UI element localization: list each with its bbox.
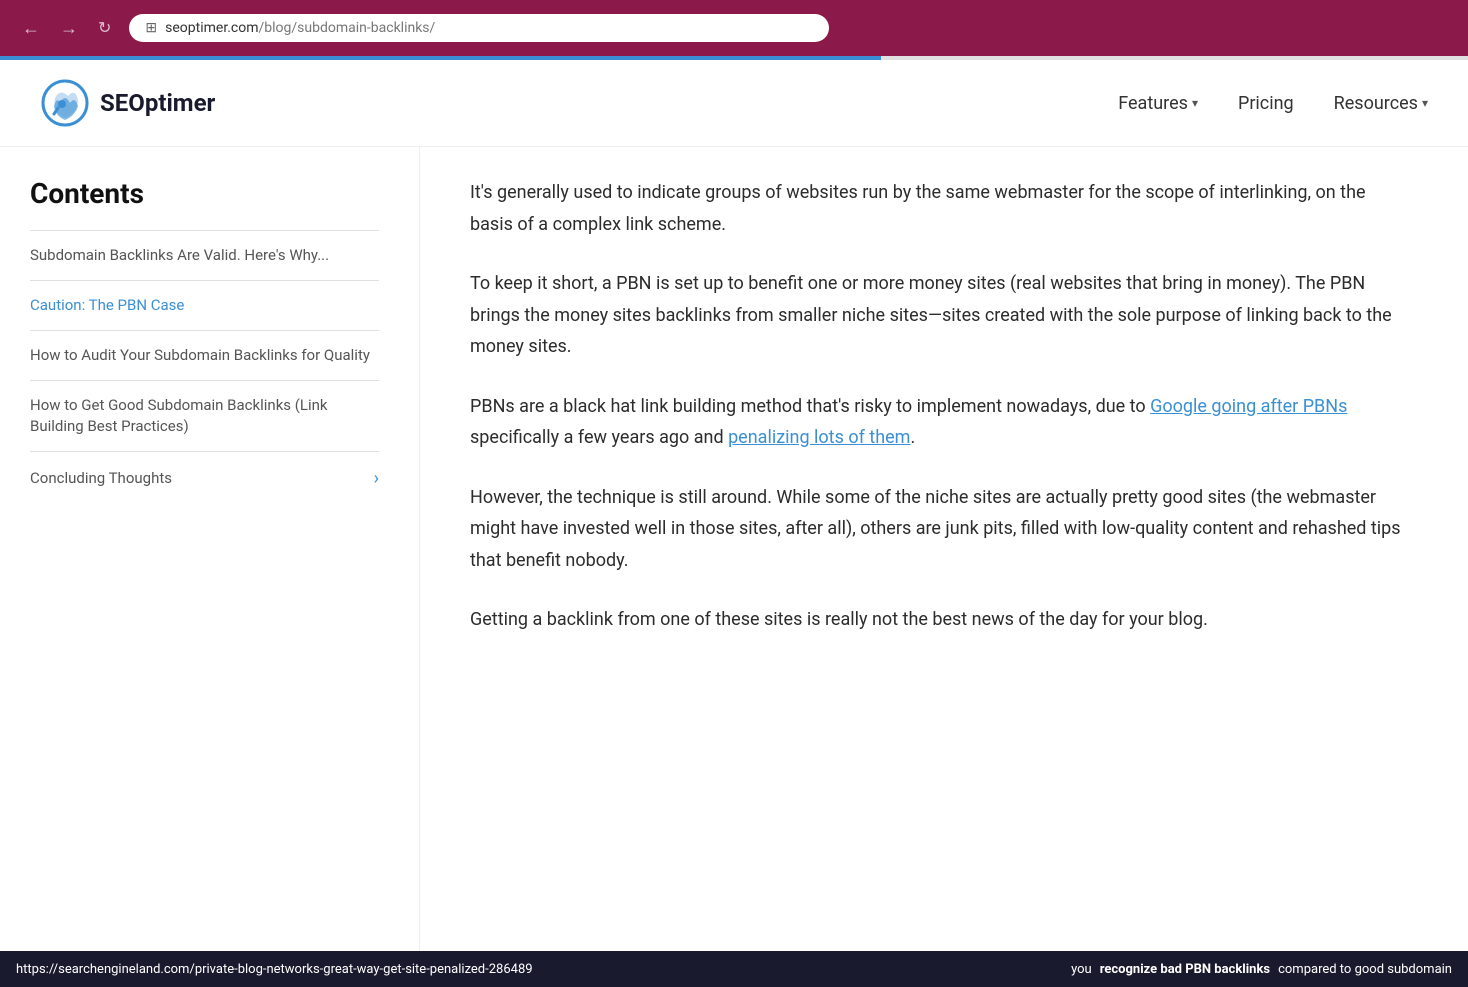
url-domain: seoptimer.com xyxy=(165,20,258,36)
penalizing-link-text: penalizing lots of them xyxy=(728,427,910,448)
article-paragraph-4: However, the technique is still around. … xyxy=(470,482,1408,577)
paragraph-3-text-before: PBNs are a black hat link building metho… xyxy=(470,396,1150,417)
nav-pricing-label: Pricing xyxy=(1238,93,1294,114)
url-text: seoptimer.com/blog/subdomain-backlinks/ xyxy=(165,20,435,36)
google-pbn-link[interactable]: Google going after PBNs xyxy=(1150,396,1347,417)
toc-item-4[interactable]: How to Get Good Subdomain Backlinks (Lin… xyxy=(30,380,379,451)
toc-item-3-label: How to Audit Your Subdomain Backlinks fo… xyxy=(30,345,370,366)
logo-text: SEOptimer xyxy=(100,89,215,117)
paragraph-4-text: However, the technique is still around. … xyxy=(470,487,1401,571)
google-pbn-link-text: Google going after PBNs xyxy=(1150,396,1347,417)
browser-chrome: ← → ↻ ⊞ seoptimer.com/blog/subdomain-bac… xyxy=(0,0,1468,56)
toc-item-4-label: How to Get Good Subdomain Backlinks (Lin… xyxy=(30,395,379,437)
resources-chevron-icon: ▾ xyxy=(1422,96,1428,110)
article-paragraph-2: To keep it short, a PBN is set up to ben… xyxy=(470,268,1408,363)
status-right: you recognize bad PBN backlinks compared… xyxy=(1071,962,1452,977)
main-content: Contents Subdomain Backlinks Are Valid. … xyxy=(0,147,1468,964)
nav-buttons: ← → ↻ xyxy=(16,14,117,43)
features-chevron-icon: ▾ xyxy=(1192,96,1198,110)
nav-resources-label: Resources xyxy=(1334,93,1418,114)
toc-item-1[interactable]: Subdomain Backlinks Are Valid. Here's Wh… xyxy=(30,230,379,280)
article-paragraph-5: Getting a backlink from one of these sit… xyxy=(470,604,1408,636)
status-url: https://searchengineland.com/private-blo… xyxy=(16,962,533,977)
site-header: SEOptimer Features ▾ Pricing Resources ▾ xyxy=(0,60,1468,147)
toc-item-2-label: Caution: The PBN Case xyxy=(30,295,184,316)
url-path: /blog/subdomain-backlinks/ xyxy=(259,20,436,36)
nav-features-label: Features xyxy=(1118,93,1188,114)
toc-item-5[interactable]: Concluding Thoughts › xyxy=(30,451,379,505)
status-partial-before: you xyxy=(1071,962,1092,977)
address-icon: ⊞ xyxy=(145,20,157,36)
main-nav: Features ▾ Pricing Resources ▾ xyxy=(1118,93,1428,114)
paragraph-3-text-between: specifically a few years ago and xyxy=(470,427,728,448)
toc-item-1-label: Subdomain Backlinks Are Valid. Here's Wh… xyxy=(30,245,329,266)
paragraph-3-text-after: . xyxy=(910,427,915,448)
paragraph-5-text: Getting a backlink from one of these sit… xyxy=(470,609,1208,630)
forward-button[interactable]: → xyxy=(54,14,84,43)
nav-features[interactable]: Features ▾ xyxy=(1118,93,1198,114)
article-paragraph-1: It's generally used to indicate groups o… xyxy=(470,177,1408,240)
article-content: It's generally used to indicate groups o… xyxy=(420,147,1468,964)
status-bar: https://searchengineland.com/private-blo… xyxy=(0,951,1468,987)
paragraph-1-text: It's generally used to indicate groups o… xyxy=(470,182,1366,235)
toc-item-5-label: Concluding Thoughts xyxy=(30,468,172,489)
address-bar[interactable]: ⊞ seoptimer.com/blog/subdomain-backlinks… xyxy=(129,14,829,42)
paragraph-2-text: To keep it short, a PBN is set up to ben… xyxy=(470,273,1392,357)
status-partial-after: compared to good subdomain xyxy=(1278,962,1452,977)
nav-pricing[interactable]: Pricing xyxy=(1238,93,1294,114)
nav-resources[interactable]: Resources ▾ xyxy=(1334,93,1428,114)
seoptimer-logo-icon xyxy=(40,78,90,128)
toc-item-5-arrow: › xyxy=(374,466,379,491)
toc-list: Subdomain Backlinks Are Valid. Here's Wh… xyxy=(30,230,379,505)
reload-button[interactable]: ↻ xyxy=(92,14,117,42)
article-paragraph-3: PBNs are a black hat link building metho… xyxy=(470,391,1408,454)
logo-area: SEOptimer xyxy=(40,78,1118,128)
toc-item-2[interactable]: Caution: The PBN Case xyxy=(30,280,379,330)
sidebar-toc: Contents Subdomain Backlinks Are Valid. … xyxy=(0,147,420,964)
toc-item-3[interactable]: How to Audit Your Subdomain Backlinks fo… xyxy=(30,330,379,380)
penalizing-link[interactable]: penalizing lots of them xyxy=(728,427,910,448)
back-button[interactable]: ← xyxy=(16,14,46,43)
status-bold-text: recognize bad PBN backlinks xyxy=(1100,962,1270,977)
toc-title: Contents xyxy=(30,177,379,210)
